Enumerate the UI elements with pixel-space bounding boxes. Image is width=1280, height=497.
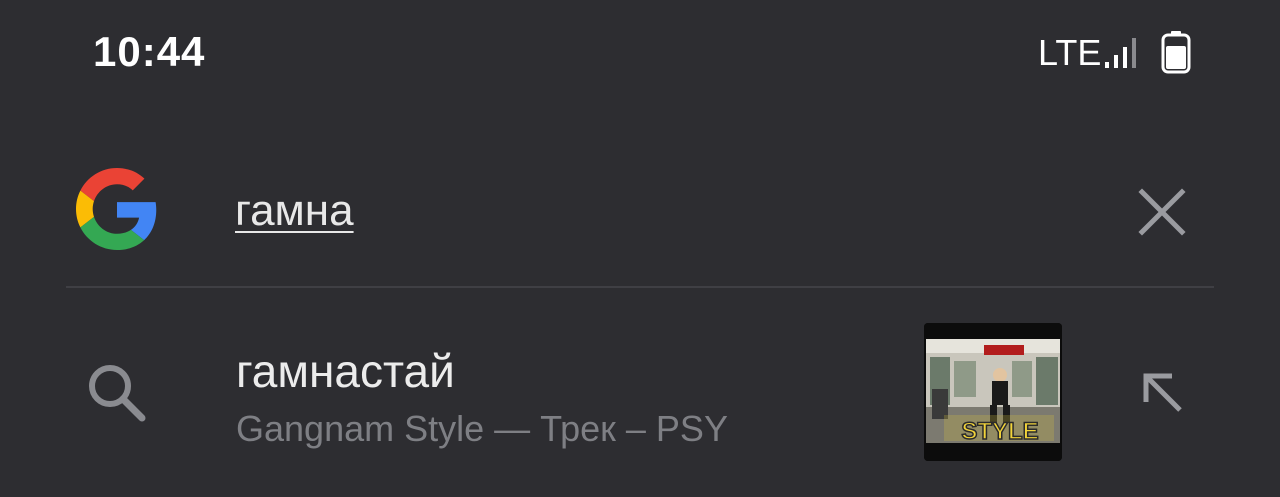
signal-strength-icon [1105, 38, 1136, 68]
suggestion-title: гамнастай [236, 345, 455, 397]
suggestion-subtitle: Gangnam Style — Трек – PSY [236, 408, 728, 449]
thumbnail-logo-text: STYLE [961, 418, 1038, 445]
network-type-label: LTE [1038, 32, 1102, 73]
search-divider [66, 286, 1214, 288]
search-icon [89, 365, 146, 422]
google-g-icon [76, 168, 157, 250]
search-query-input[interactable]: гамна [235, 186, 354, 236]
battery-icon [1161, 31, 1191, 74]
suggestion-thumbnail: STYLE [924, 323, 1062, 461]
search-screen: 10:44 LTE гамна гамнастай Gangnam Style … [0, 0, 1280, 497]
arrow-up-left-icon[interactable] [1130, 360, 1194, 424]
status-clock: 10:44 [93, 28, 206, 75]
suggestion-item[interactable]: гамнастай Gangnam Style — Трек – PSY STY… [0, 290, 1280, 497]
close-icon[interactable] [1130, 180, 1194, 244]
